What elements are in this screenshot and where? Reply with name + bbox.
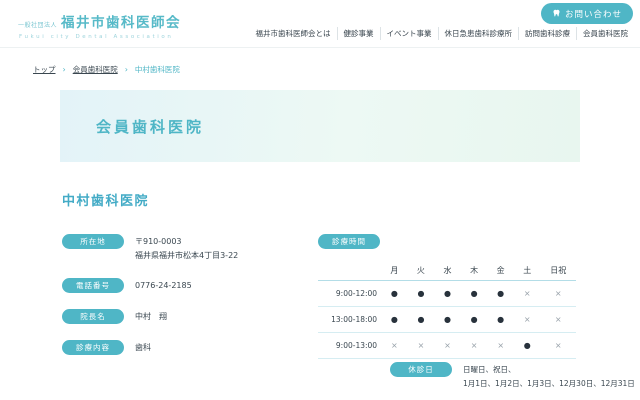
breadcrumb-separator: › [125, 65, 128, 74]
breadcrumb-separator: › [63, 65, 66, 74]
nav-item-emergency-clinic[interactable]: 休日急患歯科診療所 [438, 27, 519, 40]
director-badge: 院長名 [62, 309, 124, 324]
address-value: 〒910-0003 福井県福井市松本4丁目3-22 [135, 234, 238, 262]
schedule-cell: ● [434, 315, 461, 324]
schedule-cell: ● [381, 289, 408, 298]
breadcrumb-current: 中村歯科医院 [135, 64, 180, 75]
schedule-row-saturday: 9:00-13:00 × × × × × ● × [318, 333, 576, 359]
nav-item-member-clinics[interactable]: 会員歯科医院 [576, 27, 634, 40]
schedule-header-row: 月 火 水 木 金 土 日祝 [318, 260, 576, 281]
day-header-wed: 水 [434, 265, 461, 276]
schedule-cell: × [541, 289, 576, 298]
day-header-fri: 金 [487, 265, 514, 276]
tooth-icon [552, 9, 561, 18]
org-type-label: 一般社団法人 [18, 20, 57, 29]
schedule-cell: ● [461, 289, 488, 298]
schedule-cell: ● [514, 341, 541, 350]
schedule-cell: ● [408, 315, 435, 324]
contact-button[interactable]: お問い合わせ [541, 3, 633, 24]
schedule-time: 9:00-13:00 [318, 341, 381, 350]
site-subtitle: Fukui city Dental Association [18, 34, 181, 40]
schedule-time: 9:00-12:00 [318, 289, 381, 298]
closed-days-text: 日曜日、祝日、 1月1日、1月2日、1月3日、12月30日、12月31日 [463, 362, 635, 391]
page-banner: 会員歯科医院 [60, 90, 580, 162]
contact-button-label: お問い合わせ [565, 8, 622, 20]
schedule-row-morning: 9:00-12:00 ● ● ● ● ● × × [318, 281, 576, 307]
day-header-mon: 月 [381, 265, 408, 276]
schedule-badge: 診療時間 [318, 234, 380, 249]
nav-item-checkup[interactable]: 健診事業 [337, 27, 380, 40]
day-header-tue: 火 [408, 265, 435, 276]
clinic-name: 中村歯科医院 [62, 190, 149, 209]
closed-days-badge: 休診日 [390, 362, 452, 377]
closed-days-section: 休診日 日曜日、祝日、 1月1日、1月2日、1月3日、12月30日、12月31日 [390, 362, 635, 391]
services-value: 歯科 [135, 340, 151, 355]
nav-item-visiting-care[interactable]: 訪問歯科診療 [518, 27, 576, 40]
address-postal: 〒910-0003 [135, 235, 238, 249]
day-header-thu: 木 [461, 265, 488, 276]
phone-value: 0776-24-2185 [135, 278, 192, 293]
phone-badge: 電話番号 [62, 278, 124, 293]
schedule-section: 診療時間 月 火 水 木 金 土 日祝 9:00-12:00 ● ● ● ● ●… [318, 234, 578, 359]
schedule-row-afternoon: 13:00-18:00 ● ● ● ● ● × × [318, 307, 576, 333]
schedule-cell: × [408, 341, 435, 350]
schedule-time: 13:00-18:00 [318, 315, 381, 324]
site-header: 一般社団法人 福井市歯科医師会 Fukui city Dental Associ… [0, 0, 640, 48]
schedule-cell: × [381, 341, 408, 350]
schedule-cell: ● [487, 289, 514, 298]
day-header-sat: 土 [514, 265, 541, 276]
main-nav: 福井市歯科医師会とは 健診事業 イベント事業 休日急患歯科診療所 訪問歯科診療 … [250, 27, 635, 40]
address-street: 福井県福井市松本4丁目3-22 [135, 249, 238, 263]
info-row-director: 院長名 中村 翔 [62, 309, 312, 324]
page-title: 会員歯科医院 [96, 116, 204, 137]
info-row-services: 診療内容 歯科 [62, 340, 312, 355]
schedule-cell: ● [487, 315, 514, 324]
schedule-cell: × [541, 341, 576, 350]
breadcrumb: トップ › 会員歯科医院 › 中村歯科医院 [33, 64, 180, 75]
schedule-cell: ● [408, 289, 435, 298]
info-row-address: 所在地 〒910-0003 福井県福井市松本4丁目3-22 [62, 234, 312, 262]
schedule-table: 月 火 水 木 金 土 日祝 9:00-12:00 ● ● ● ● ● × × … [318, 260, 576, 359]
schedule-cell: × [514, 289, 541, 298]
closed-days-line1: 日曜日、祝日、 [463, 363, 635, 377]
site-logo[interactable]: 一般社団法人 福井市歯科医師会 Fukui city Dental Associ… [18, 11, 181, 40]
site-title: 福井市歯科医師会 [61, 11, 181, 31]
breadcrumb-member-clinics[interactable]: 会員歯科医院 [73, 64, 118, 75]
clinic-info: 所在地 〒910-0003 福井県福井市松本4丁目3-22 電話番号 0776-… [62, 234, 312, 371]
schedule-cell: × [461, 341, 488, 350]
services-badge: 診療内容 [62, 340, 124, 355]
schedule-cell: ● [434, 289, 461, 298]
day-header-sun-holiday: 日祝 [541, 265, 576, 276]
address-badge: 所在地 [62, 234, 124, 249]
info-row-phone: 電話番号 0776-24-2185 [62, 278, 312, 293]
schedule-cell: ● [461, 315, 488, 324]
nav-item-events[interactable]: イベント事業 [380, 27, 438, 40]
schedule-cell: × [541, 315, 576, 324]
director-value: 中村 翔 [135, 309, 167, 324]
breadcrumb-top[interactable]: トップ [33, 64, 56, 75]
schedule-cell: × [434, 341, 461, 350]
schedule-cell: × [514, 315, 541, 324]
schedule-cell: × [487, 341, 514, 350]
closed-days-line2: 1月1日、1月2日、1月3日、12月30日、12月31日 [463, 377, 635, 391]
schedule-cell: ● [381, 315, 408, 324]
nav-item-about[interactable]: 福井市歯科医師会とは [250, 27, 337, 40]
